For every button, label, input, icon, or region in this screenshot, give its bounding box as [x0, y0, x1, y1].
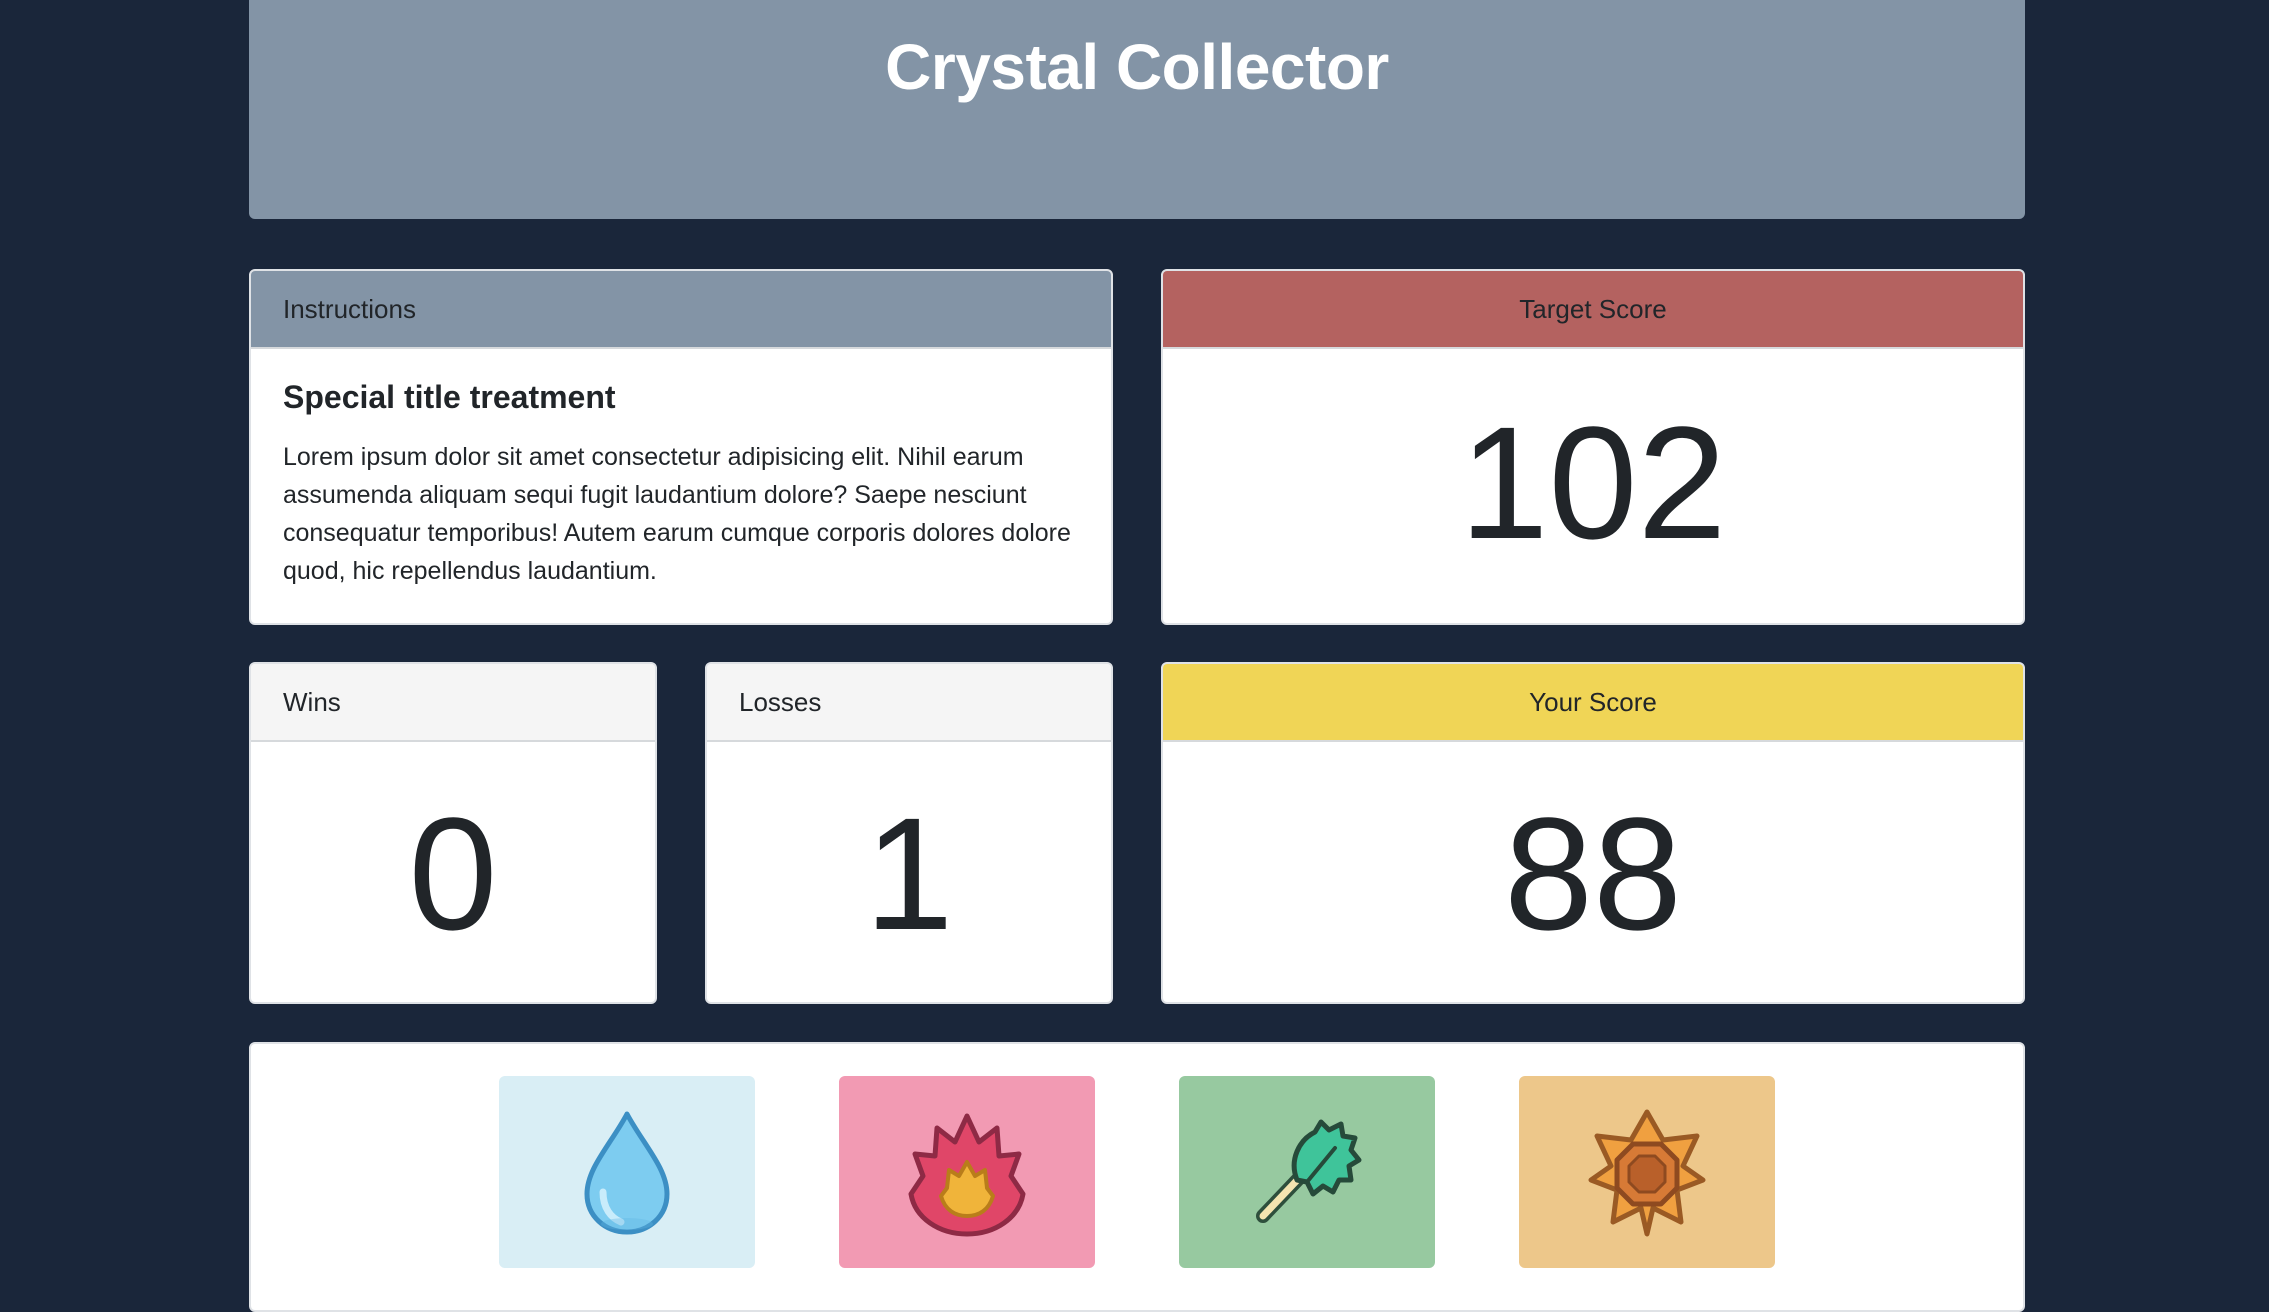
title-banner: Crystal Collector [249, 0, 2025, 219]
crystal-panel [249, 1042, 2025, 1312]
fire-icon [908, 1113, 1026, 1237]
page-title: Crystal Collector [885, 31, 1389, 103]
target-score-card: Target Score 102 [1161, 269, 2025, 625]
target-score-value: 102 [1459, 393, 1727, 572]
water-drop-icon [584, 1111, 670, 1235]
instructions-title: Special title treatment [283, 379, 616, 415]
your-score-card: Your Score 88 [1161, 662, 2025, 1004]
earth-gem-icon [1588, 1109, 1706, 1237]
fire-crystal-button[interactable] [839, 1076, 1095, 1268]
earth-crystal-button[interactable] [1519, 1076, 1775, 1268]
instructions-card: Instructions Special title treatment Lor… [249, 269, 1113, 625]
losses-value: 1 [864, 784, 954, 963]
water-crystal-button[interactable] [499, 1076, 755, 1268]
instructions-header: Instructions [251, 271, 1111, 349]
wins-value: 0 [408, 784, 498, 963]
leaf-crystal-button[interactable] [1179, 1076, 1435, 1268]
losses-card: Losses 1 [705, 662, 1113, 1004]
your-score-value: 88 [1504, 784, 1682, 963]
losses-header: Losses [707, 664, 1111, 742]
wins-card: Wins 0 [249, 662, 657, 1004]
instructions-body: Special title treatment Lorem ipsum dolo… [251, 349, 1111, 590]
wins-header: Wins [251, 664, 655, 742]
target-score-header: Target Score [1163, 271, 2023, 349]
your-score-header: Your Score [1163, 664, 2023, 742]
instructions-text: Lorem ipsum dolor sit amet consectetur a… [283, 443, 1071, 585]
leaf-icon [1256, 1119, 1362, 1223]
